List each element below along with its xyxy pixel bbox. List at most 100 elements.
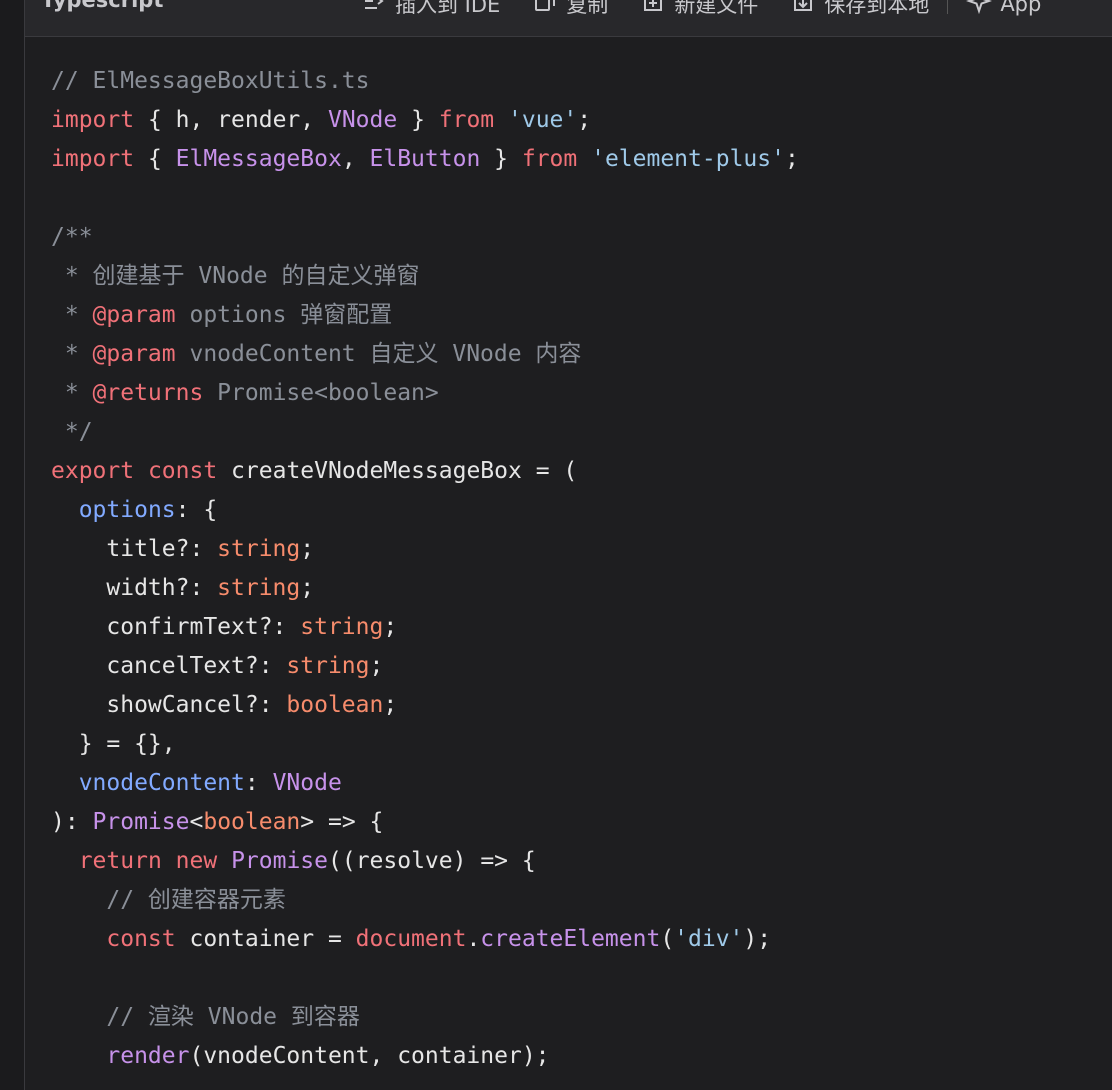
code-token: boolean bbox=[286, 692, 384, 718]
copy-button[interactable]: 复制 bbox=[532, 0, 608, 19]
code-line: import { ElMessageBox, ElButton } from '… bbox=[51, 140, 799, 179]
code-line: confirmText?: string; bbox=[51, 608, 799, 647]
save-local-button[interactable]: 保存到本地 bbox=[790, 0, 929, 19]
code-line: render(vnodeContent, container); bbox=[51, 1037, 799, 1076]
code-line: return new Promise((resolve) => { bbox=[51, 842, 799, 881]
insert-ide-icon bbox=[361, 0, 387, 19]
code-token: ): bbox=[51, 809, 93, 835]
code-token: { bbox=[134, 146, 176, 172]
code-token: // ElMessageBoxUtils.ts bbox=[51, 68, 370, 94]
code-line: cancelText?: string; bbox=[51, 647, 799, 686]
code-token: ; bbox=[383, 692, 398, 718]
code-block-header: Typescript 插入到 IDE 复制 新建文件 保存到本地 App bbox=[25, 0, 1112, 37]
code-line: // ElMessageBoxUtils.ts bbox=[51, 62, 799, 101]
code-token: string bbox=[217, 536, 301, 562]
code-token: , bbox=[341, 146, 370, 172]
left-gutter bbox=[0, 0, 24, 1090]
code-token: boolean bbox=[203, 809, 301, 835]
code-token: /** bbox=[51, 224, 93, 250]
code-content: // ElMessageBoxUtils.ts import { h, rende… bbox=[51, 62, 799, 1076]
code-token: const bbox=[147, 458, 218, 484]
code-token: ( bbox=[660, 926, 675, 952]
code-token: { h, render, bbox=[134, 107, 328, 133]
insert-ide-label: 插入到 IDE bbox=[395, 0, 501, 17]
code-token: * 创建基于 VNode 的自定义弹窗 bbox=[51, 263, 420, 289]
code-line: * 创建基于 VNode 的自定义弹窗 bbox=[51, 257, 799, 296]
code-line: // 创建容器元素 bbox=[51, 881, 799, 920]
language-label: Typescript bbox=[41, 0, 164, 12]
code-line: } = {}, bbox=[51, 725, 799, 764]
code-line: title?: string; bbox=[51, 530, 799, 569]
code-token: VNode bbox=[327, 107, 398, 133]
code-token: * bbox=[51, 302, 93, 328]
code-token: from bbox=[438, 107, 495, 133]
code-token: import bbox=[51, 107, 135, 133]
code-token: const bbox=[106, 926, 176, 952]
new-file-icon bbox=[640, 0, 666, 19]
code-token: // 创建容器元素 bbox=[51, 887, 286, 913]
code-token: } = {}, bbox=[51, 731, 176, 757]
code-token: * bbox=[51, 380, 93, 406]
code-token: ; bbox=[383, 614, 398, 640]
copy-label: 复制 bbox=[566, 0, 609, 17]
code-token: createElement bbox=[480, 926, 661, 952]
code-token: */ bbox=[51, 419, 93, 445]
code-token: Promise bbox=[231, 848, 328, 874]
code-line: export const createVNodeMessageBox = ( bbox=[51, 452, 799, 491]
code-line: ): Promise<boolean> => { bbox=[51, 803, 799, 842]
code-token: ElMessageBox bbox=[175, 146, 342, 172]
apply-button[interactable]: App bbox=[966, 0, 1041, 19]
copy-icon bbox=[532, 0, 558, 19]
code-token: from bbox=[521, 146, 578, 172]
code-token: @param bbox=[92, 302, 176, 328]
code-token: export bbox=[51, 458, 135, 484]
code-block-panel: Typescript 插入到 IDE 复制 新建文件 保存到本地 App // … bbox=[24, 0, 1112, 1090]
code-token: ; bbox=[300, 536, 315, 562]
code-token: title?: bbox=[51, 536, 218, 562]
code-line: * @returns Promise<boolean> bbox=[51, 374, 799, 413]
code-token: @returns bbox=[92, 380, 204, 406]
toolbar-divider bbox=[947, 0, 949, 14]
code-line: const container = document.createElement… bbox=[51, 920, 799, 959]
save-local-label: 保存到本地 bbox=[824, 0, 930, 17]
code-token: Promise<boolean> bbox=[203, 380, 439, 406]
code-token: vnodeContent 自定义 VNode 内容 bbox=[175, 341, 582, 367]
code-token: : bbox=[244, 770, 273, 796]
code-line: showCancel?: boolean; bbox=[51, 686, 799, 725]
apply-label: App bbox=[1000, 0, 1042, 16]
new-file-button[interactable]: 新建文件 bbox=[640, 0, 758, 19]
code-token: showCancel?: bbox=[51, 692, 287, 718]
code-line: */ bbox=[51, 413, 799, 452]
code-token: ; bbox=[300, 575, 315, 601]
insert-ide-button[interactable]: 插入到 IDE bbox=[361, 0, 500, 19]
new-file-label: 新建文件 bbox=[674, 0, 759, 17]
code-token: cancelText?: bbox=[51, 653, 287, 679]
code-token: options bbox=[78, 497, 176, 523]
code-token: 'element-plus' bbox=[591, 146, 785, 172]
code-line: * @param options 弹窗配置 bbox=[51, 296, 799, 335]
code-token: confirmText?: bbox=[51, 614, 301, 640]
sparkle-icon bbox=[966, 0, 993, 19]
code-token: width?: bbox=[51, 575, 218, 601]
code-token: ; bbox=[369, 653, 384, 679]
code-token: > => { bbox=[300, 809, 384, 835]
code-line: width?: string; bbox=[51, 569, 799, 608]
code-line: /** bbox=[51, 218, 799, 257]
code-token: document bbox=[355, 926, 467, 952]
code-token: ((resolve) => { bbox=[328, 848, 536, 874]
code-token: string bbox=[217, 575, 301, 601]
code-token: ; bbox=[577, 107, 592, 133]
code-token: // 渲染 VNode 到容器 bbox=[51, 1004, 360, 1030]
code-token: 'div' bbox=[674, 926, 744, 952]
code-token: string bbox=[286, 653, 370, 679]
code-token: . bbox=[466, 926, 481, 952]
code-token: vnodeContent bbox=[78, 770, 245, 796]
